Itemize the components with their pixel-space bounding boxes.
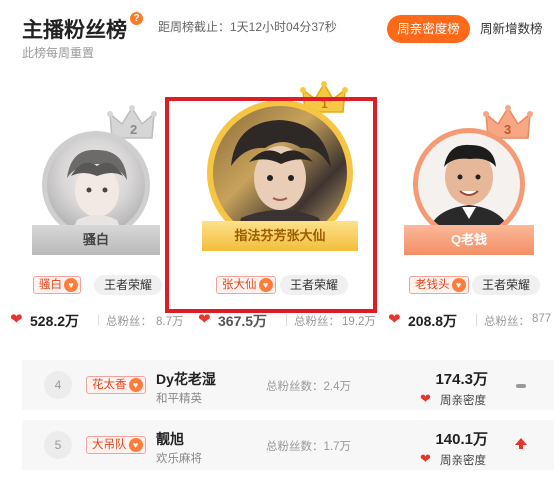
intimacy-value: 528.2万 xyxy=(30,313,80,329)
highlight-box xyxy=(165,97,377,313)
fan-leaderboard: 主播粉丝榜 ? 距周榜截止：1天12小时04分37秒 此榜每周重置 周亲密度榜 … xyxy=(0,0,554,480)
intimacy-value: 367.5万 xyxy=(218,313,268,329)
avatar xyxy=(42,131,150,239)
game-name: 欢乐麻将 xyxy=(156,453,202,465)
fan-badge-label: 骚白 xyxy=(39,279,62,291)
game-tag: 王者荣耀 xyxy=(94,275,163,295)
fan-badge: 花太香 ♥ xyxy=(86,376,146,394)
ribbon-rank-3: Q老钱 xyxy=(404,225,534,255)
fan-badge: 骚白 ♥ xyxy=(33,276,81,294)
total-fans-value: 8.7万 xyxy=(156,316,184,328)
list-item[interactable]: 4 花太香 ♥ Dy花老湿 和平精英 总粉丝数：2.4万 174.3万 ❤ 周亲… xyxy=(22,360,554,410)
tab-weekly-new[interactable]: 周新增数榜 xyxy=(480,15,554,43)
reset-note: 此榜每周重置 xyxy=(22,46,95,60)
ribbon-name: 骚白 xyxy=(82,232,109,247)
total-fans-label: 总粉丝： xyxy=(484,316,530,328)
trend-up-icon-stem xyxy=(519,444,523,449)
total-fans-value: 19.2万 xyxy=(342,316,376,328)
rank-number: 4 xyxy=(44,371,72,399)
countdown-text: 距周榜截止：1天12小时04分37秒 xyxy=(158,20,337,34)
game-tag: 王者荣耀 xyxy=(472,275,541,295)
game-name: 和平精英 xyxy=(156,393,202,405)
total-fans-label: 总粉丝： xyxy=(106,316,152,328)
heart-icon: ❤ xyxy=(10,311,23,328)
rank-number: 5 xyxy=(44,431,72,459)
total-fans: 总粉丝数：1.7万 xyxy=(266,441,351,453)
avatar xyxy=(413,128,525,240)
fan-badge-label: 大吊队 xyxy=(92,439,127,451)
intimacy-value: 140.1万 xyxy=(435,431,488,448)
divider xyxy=(286,314,287,326)
streamer-name: Dy花老湿 xyxy=(156,371,216,387)
total-fans-value: 877 xyxy=(532,313,552,325)
intimacy-value: 208.8万 xyxy=(408,313,458,329)
heart-icon: ♥ xyxy=(64,278,78,292)
fan-badge: 老钱头 ♥ xyxy=(409,276,469,294)
heart-icon: ♥ xyxy=(451,278,466,292)
intimacy-label: 周亲密度 xyxy=(440,455,486,467)
question-icon[interactable]: ? xyxy=(130,12,143,25)
rank-3-number: 3 xyxy=(504,122,511,137)
divider xyxy=(476,314,477,326)
ribbon-rank-2: 骚白 xyxy=(32,225,160,255)
fan-badge-label: 老钱头 xyxy=(415,279,450,291)
intimacy-value: 174.3万 xyxy=(435,371,488,388)
total-fans: 总粉丝数：2.4万 xyxy=(266,381,351,393)
heart-icon: ♥ xyxy=(128,438,143,452)
intimacy-label: 周亲密度 xyxy=(440,395,486,407)
heart-icon: ❤ xyxy=(198,311,211,328)
heart-icon: ❤ xyxy=(420,451,431,466)
divider xyxy=(98,314,99,326)
total-fans-label: 总粉丝： xyxy=(294,316,340,328)
tab-weekly-intimacy[interactable]: 周亲密度榜 xyxy=(387,15,470,43)
heart-icon: ❤ xyxy=(420,391,431,406)
list-item[interactable]: 5 大吊队 ♥ 靓旭 欢乐麻将 总粉丝数：1.7万 140.1万 ❤ 周亲密度 xyxy=(22,420,554,470)
trend-flat-icon xyxy=(516,384,526,388)
page-title: 主播粉丝榜 xyxy=(22,19,127,42)
heart-icon: ❤ xyxy=(388,311,401,328)
heart-icon: ♥ xyxy=(128,378,143,392)
fan-badge: 大吊队 ♥ xyxy=(86,436,146,454)
ribbon-name: Q老钱 xyxy=(450,232,488,247)
rank-2-number: 2 xyxy=(130,122,137,137)
fan-badge-label: 花太香 xyxy=(92,379,127,391)
streamer-name: 靓旭 xyxy=(156,431,184,447)
